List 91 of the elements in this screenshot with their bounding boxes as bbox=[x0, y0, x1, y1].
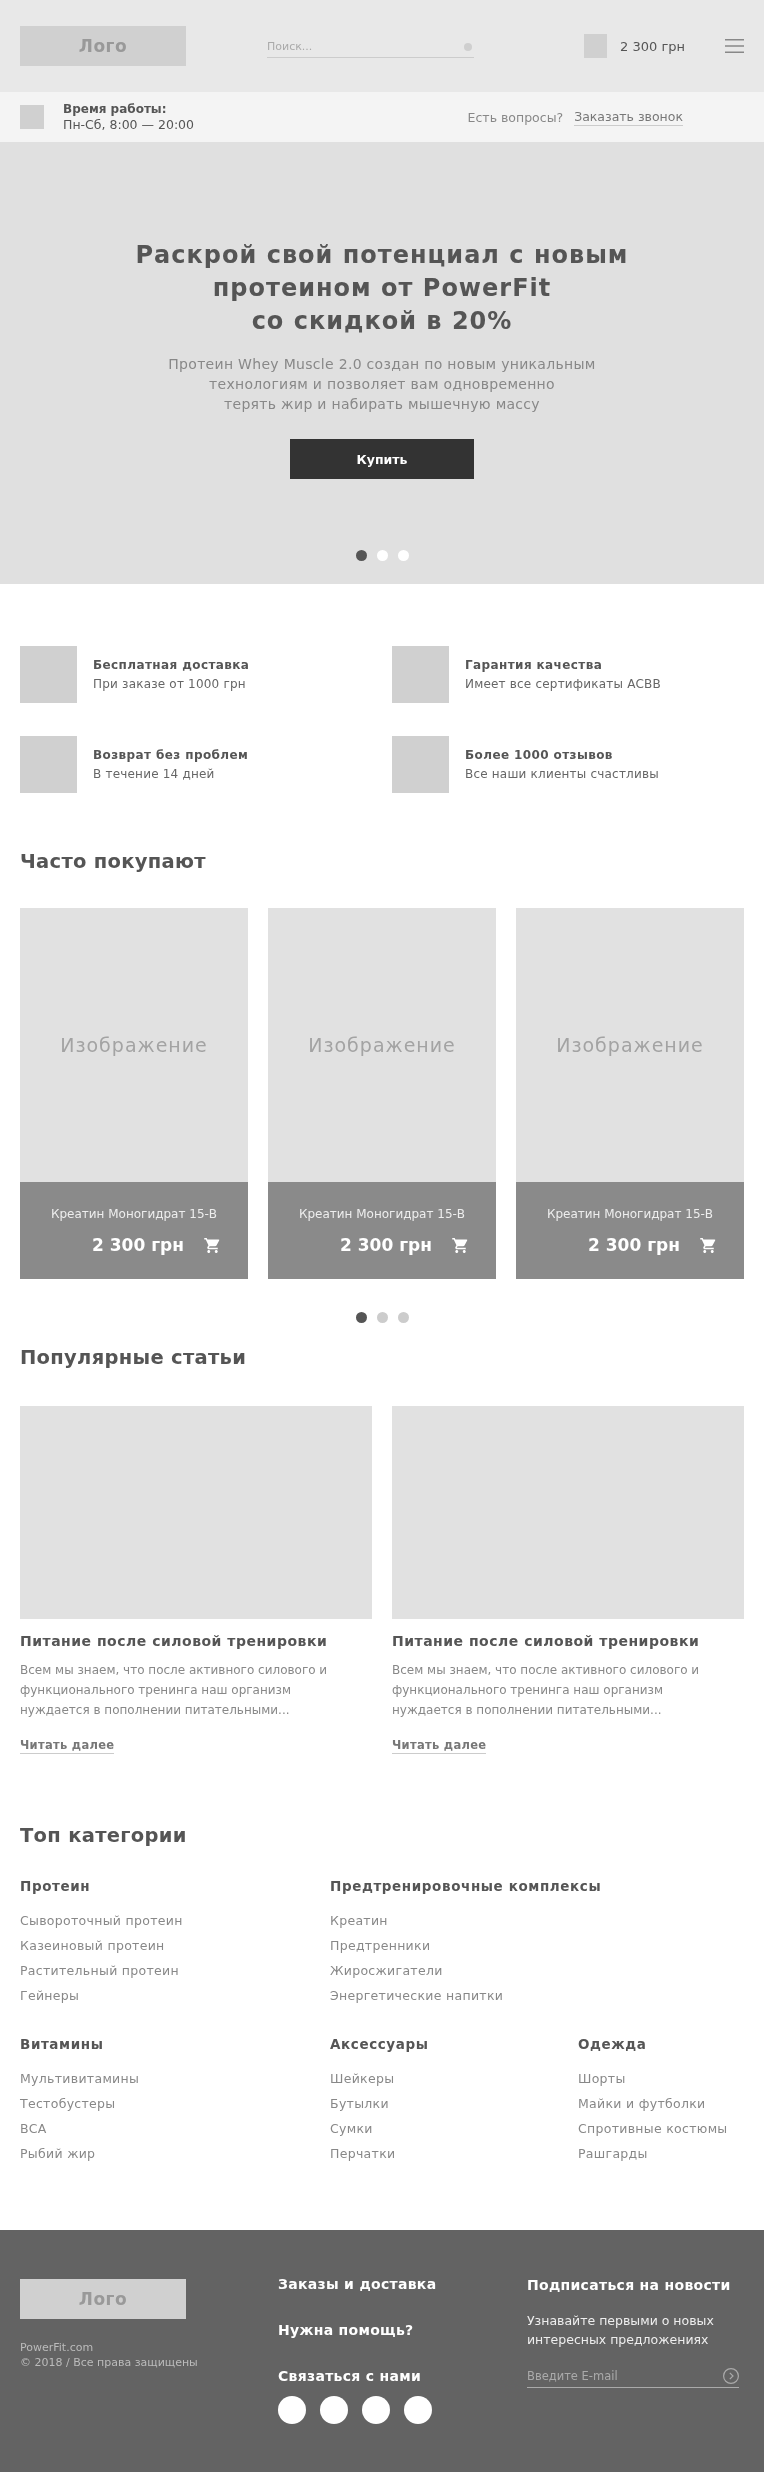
read-more-link[interactable]: Читать далее bbox=[20, 1738, 115, 1754]
square-icon bbox=[20, 646, 77, 703]
hours-text: Пн-Сб, 8:00 — 20:00 bbox=[63, 117, 194, 133]
page-dot[interactable] bbox=[376, 1312, 388, 1323]
category-title[interactable]: Аксессуары bbox=[330, 2035, 429, 2053]
category-link[interactable]: Рашгарды bbox=[578, 2141, 728, 2166]
feature-text: Имеет все сертификаты ACBB bbox=[465, 675, 661, 693]
category-link[interactable]: Шорты bbox=[578, 2066, 728, 2091]
product-name[interactable]: Креатин Моногидрат 15-В bbox=[516, 1205, 744, 1223]
feature-text: При заказе от 1000 грн bbox=[93, 675, 247, 693]
image-placeholder[interactable]: Изображение bbox=[268, 908, 496, 1182]
product-price: 2 300 грн bbox=[588, 1235, 680, 1255]
category-title[interactable]: Витамины bbox=[20, 2035, 104, 2053]
article-excerpt: Всем мы знаем, что после активного силового и функционального тренинга наш организм нуждается в пополнении питательными... bbox=[20, 1662, 329, 1719]
footer-link[interactable]: Связаться с нами bbox=[278, 2367, 422, 2385]
product-price: 2 300 грн bbox=[340, 1235, 432, 1255]
image-placeholder[interactable]: Изображение bbox=[20, 908, 248, 1182]
feature-title: Более 1000 отзывов bbox=[465, 746, 614, 764]
placeholder-label: Изображение bbox=[308, 1034, 456, 1056]
category-link[interactable]: Рыбий жир bbox=[20, 2141, 140, 2166]
question-text: Есть вопросы? bbox=[467, 109, 564, 125]
cart-icon[interactable] bbox=[700, 1237, 717, 1253]
square-icon bbox=[20, 736, 77, 793]
category-link[interactable]: Энергетические напитки bbox=[330, 1983, 504, 2008]
category-link[interactable]: Жиросжигатели bbox=[330, 1958, 504, 1983]
category-link[interactable]: Казеиновый протеин bbox=[20, 1933, 183, 1958]
category-link[interactable]: Гейнеры bbox=[20, 1983, 183, 2008]
buy-button[interactable]: Купить bbox=[290, 439, 474, 479]
category-link[interactable]: Мультивитамины bbox=[20, 2066, 140, 2091]
dot-icon[interactable] bbox=[464, 42, 472, 51]
section-title: Топ категории bbox=[20, 1824, 188, 1848]
site-name: PowerFit.com bbox=[20, 2340, 94, 2355]
square-icon bbox=[392, 646, 449, 703]
circle-icon[interactable] bbox=[404, 2396, 432, 2424]
cart-icon[interactable] bbox=[204, 1237, 221, 1253]
feature-title: Бесплатная доставка bbox=[93, 656, 250, 674]
category-link[interactable]: Бутылки bbox=[330, 2091, 396, 2116]
copyright-text: © 2018 / Все права защищены bbox=[20, 2355, 198, 2370]
category-link[interactable]: Перчатки bbox=[330, 2141, 396, 2166]
circle-icon[interactable] bbox=[362, 2396, 390, 2424]
email-field[interactable]: Введите E-mail bbox=[527, 2365, 739, 2388]
article-title[interactable]: Питание после силовой тренировки bbox=[392, 1632, 700, 1650]
slide-dot[interactable] bbox=[376, 550, 388, 561]
newsletter-text: Узнавайте первыми о новых интересных предложениях bbox=[527, 2312, 715, 2349]
category-link[interactable]: Предтренники bbox=[330, 1933, 504, 1958]
category-link[interactable]: Растительный протеин bbox=[20, 1958, 183, 1983]
square-icon bbox=[392, 736, 449, 793]
footer-link[interactable]: Заказы и доставка bbox=[278, 2275, 437, 2293]
feature-text: В течение 14 дней bbox=[93, 765, 216, 783]
page-dot[interactable] bbox=[397, 1312, 409, 1323]
article-title[interactable]: Питание после силовой тренировки bbox=[20, 1632, 328, 1650]
category-link[interactable]: Шейкеры bbox=[330, 2066, 396, 2091]
cart-icon[interactable] bbox=[452, 1237, 469, 1253]
read-more-link[interactable]: Читать далее bbox=[392, 1738, 487, 1754]
image-placeholder[interactable]: Изображение bbox=[516, 908, 744, 1182]
newsletter-title: Подписаться на новости bbox=[527, 2276, 731, 2294]
placeholder-label: Изображение bbox=[60, 1034, 208, 1056]
menu-icon[interactable] bbox=[725, 39, 744, 53]
page-dot[interactable] bbox=[355, 1312, 367, 1323]
circle-icon[interactable] bbox=[320, 2396, 348, 2424]
section-title: Популярные статьи bbox=[20, 1346, 248, 1370]
cart-total: 2 300 грн bbox=[620, 38, 685, 54]
category-link[interactable]: Креатин bbox=[330, 1908, 504, 1933]
hero-title: Раскрой свой потенциал с новым протеином от PowerFit со скидкой в 20% bbox=[135, 240, 629, 337]
placeholder-label: Изображение bbox=[556, 1034, 704, 1056]
hours-label: Время работы: bbox=[63, 101, 168, 117]
category-title[interactable]: Одежда bbox=[578, 2035, 647, 2053]
category-link[interactable]: BCA bbox=[20, 2116, 140, 2141]
category-link[interactable]: Сывороточный протеин bbox=[20, 1908, 183, 1933]
circle-icon[interactable] bbox=[278, 2396, 306, 2424]
callback-link[interactable]: Заказать звонок bbox=[574, 108, 683, 126]
category-link[interactable]: Спротивные костюмы bbox=[578, 2116, 728, 2141]
slide-dot[interactable] bbox=[397, 550, 409, 561]
square-icon bbox=[20, 105, 44, 129]
slide-dot[interactable] bbox=[355, 550, 367, 561]
feature-title: Гарантия качества bbox=[465, 656, 604, 674]
product-name[interactable]: Креатин Моногидрат 15-В bbox=[268, 1205, 496, 1223]
feature-title: Возврат без проблем bbox=[93, 746, 249, 764]
section-title: Часто покупают bbox=[20, 850, 207, 874]
category-link[interactable]: Майки и футболки bbox=[578, 2091, 728, 2116]
arrow-circle-icon[interactable] bbox=[723, 2368, 739, 2384]
category-link[interactable]: Тестобустеры bbox=[20, 2091, 140, 2116]
feature-text: Все наши клиенты счастливы bbox=[465, 765, 659, 783]
product-price: 2 300 грн bbox=[92, 1235, 184, 1255]
footer-link[interactable]: Нужна помощь? bbox=[278, 2321, 414, 2339]
category-title[interactable]: Протеин bbox=[20, 1877, 91, 1895]
product-name[interactable]: Креатин Моногидрат 15-В bbox=[20, 1205, 248, 1223]
hero-subtitle: Протеин Whey Muscle 2.0 создан по новым уникальным технологиям и позволяет вам одновременно терять жир и набирать мышечную массу bbox=[168, 355, 596, 414]
category-title[interactable]: Предтренировочные комплексы bbox=[330, 1877, 602, 1895]
article-excerpt: Всем мы знаем, что после активного силового и функционального тренинга наш организм нуждается в пополнении питательными... bbox=[392, 1662, 701, 1719]
category-link[interactable]: Сумки bbox=[330, 2116, 396, 2141]
